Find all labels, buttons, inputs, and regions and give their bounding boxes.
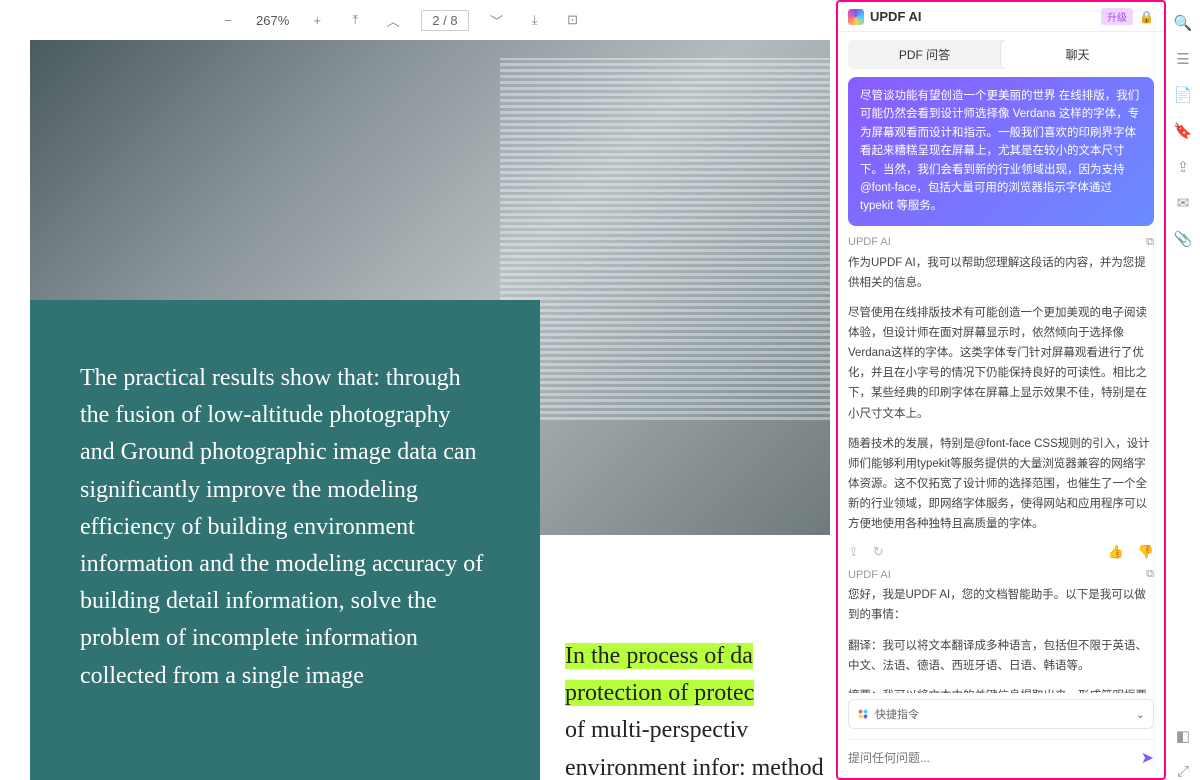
chevron-down-icon: ⌄ xyxy=(1136,708,1145,721)
ai-panel: UPDF AI 升级 🔒 PDF 问答 聊天 尽管谈功能有望创造一个更美丽的世界… xyxy=(836,0,1166,780)
message-actions: ⇪ ↻ 👍 👎 xyxy=(848,544,1154,560)
updf-logo-icon xyxy=(848,9,864,25)
ask-input[interactable] xyxy=(848,751,1135,765)
highlighted-text: In the process of da protection of prote… xyxy=(565,643,754,706)
thumbs-down-icon[interactable]: 👎 xyxy=(1138,544,1154,560)
teal-text-block: The practical results show that: through… xyxy=(30,300,540,780)
present-icon[interactable]: ⊡ xyxy=(563,10,583,30)
bookmark-icon[interactable]: 🔖 xyxy=(1174,122,1193,140)
ai-reply: 作为UPDF AI，我可以帮助您理解这段话的内容，并为您提供相关的信息。 尽管使… xyxy=(848,253,1154,535)
ai-header: UPDF AI 升级 🔒 xyxy=(838,2,1164,32)
ai-color-icon[interactable]: ◧ xyxy=(1176,727,1190,745)
document-viewport[interactable]: The practical results show that: through… xyxy=(0,40,836,780)
ai-label-row: UPDF AI ⧉ xyxy=(848,236,1154,249)
thumbs-up-icon[interactable]: 👍 xyxy=(1108,544,1124,560)
expand-icon[interactable]: ⤢ xyxy=(1177,763,1189,780)
chat-scroll[interactable]: 尽管谈功能有望创造一个更美丽的世界 在线排版，我们可能仍然会看到设计师选择像 V… xyxy=(838,77,1164,693)
quick-icon xyxy=(857,708,869,720)
share-icon[interactable]: ⇪ xyxy=(1177,158,1190,176)
ask-row: ➤ xyxy=(848,739,1154,768)
copy-icon[interactable]: ⧉ xyxy=(1146,236,1154,249)
copy-icon[interactable]: ⧉ xyxy=(1146,568,1154,581)
page-input[interactable]: 2 / 8 xyxy=(421,10,468,31)
refresh-icon[interactable]: ↻ xyxy=(873,544,884,560)
plain-text: of multi-perspectiv environment infor: m… xyxy=(565,717,824,780)
menu-icon[interactable]: ☰ xyxy=(1176,50,1189,68)
tab-chat[interactable]: 聊天 xyxy=(1001,40,1154,69)
first-page-icon[interactable]: ⤒ xyxy=(345,10,365,30)
user-message: 尽管谈功能有望创造一个更美丽的世界 在线排版，我们可能仍然会看到设计师选择像 V… xyxy=(848,77,1154,226)
right-rail: 🔍 ☰ 📄 🔖 ⇪ ✉ 📎 ◧ ⤢ xyxy=(1166,0,1200,780)
right-column-text: In the process of da protection of prote… xyxy=(565,638,825,780)
zoom-level[interactable]: 267% xyxy=(256,13,289,28)
share-icon[interactable]: ⇪ xyxy=(848,544,859,560)
prev-page-icon[interactable]: ︿ xyxy=(383,10,403,30)
search-icon[interactable]: 🔍 xyxy=(1174,14,1193,32)
attach-icon[interactable]: 📎 xyxy=(1174,230,1193,248)
last-page-icon[interactable]: ⤓ xyxy=(525,10,545,30)
ai-intro: 您好，我是UPDF AI，您的文档智能助手。以下是我可以做到的事情： 翻译：我可… xyxy=(848,585,1154,693)
tab-pdf-qa[interactable]: PDF 问答 xyxy=(848,40,1001,69)
zoom-in-icon[interactable]: + xyxy=(307,10,327,30)
lock-icon[interactable]: 🔒 xyxy=(1139,10,1154,24)
page-toolbar: − 267% + ⤒ ︿ 2 / 8 ﹀ ⤓ ⊡ xyxy=(0,0,836,40)
next-page-icon[interactable]: ﹀ xyxy=(487,10,507,30)
ai-title: UPDF AI xyxy=(870,9,922,24)
mail-icon[interactable]: ✉ xyxy=(1177,194,1190,212)
send-icon[interactable]: ➤ xyxy=(1141,748,1154,768)
zoom-out-icon[interactable]: − xyxy=(218,10,238,30)
upgrade-badge[interactable]: 升级 xyxy=(1101,8,1133,25)
ai-label-row: UPDF AI ⧉ xyxy=(848,568,1154,581)
ai-tabs: PDF 问答 聊天 xyxy=(848,40,1154,69)
quick-command[interactable]: 快捷指令 ⌄ xyxy=(848,699,1154,729)
page-icon[interactable]: 📄 xyxy=(1174,86,1193,104)
